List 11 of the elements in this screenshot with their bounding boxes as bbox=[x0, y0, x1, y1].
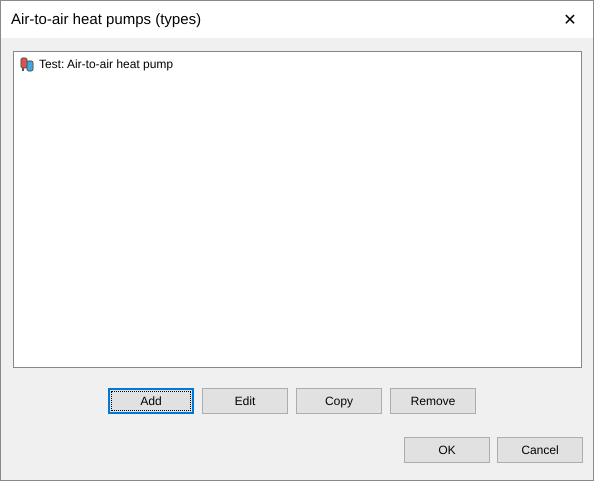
item-label: Test: Air-to-air heat pump bbox=[39, 57, 174, 71]
heat-pump-icon bbox=[19, 56, 35, 72]
dialog-button[interactable]: Edit bbox=[202, 388, 288, 414]
dialog-button[interactable]: Copy bbox=[296, 388, 382, 414]
dialog-button[interactable]: Remove bbox=[390, 388, 476, 414]
window-title: Air-to-air heat pumps (types) bbox=[11, 11, 202, 28]
dialog-button[interactable]: Cancel bbox=[497, 437, 583, 463]
dialog-button[interactable]: OK bbox=[404, 437, 490, 463]
close-button[interactable]: ✕ bbox=[547, 1, 593, 38]
list-item[interactable]: Test: Air-to-air heat pump bbox=[17, 55, 578, 73]
dialog-button[interactable]: Add bbox=[108, 388, 194, 414]
